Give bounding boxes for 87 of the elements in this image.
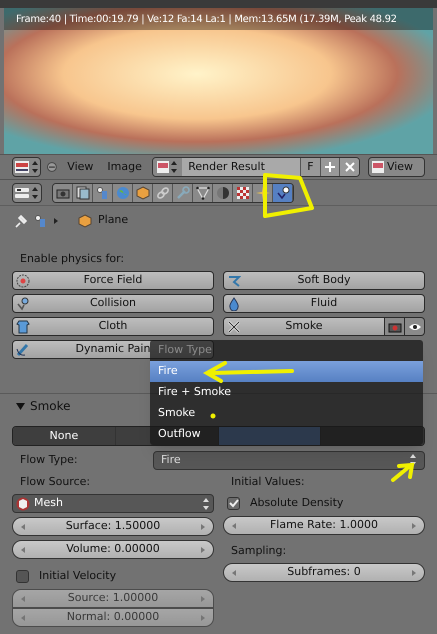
left-arrow-icon	[232, 522, 236, 528]
visibility-toggle-button[interactable]	[405, 317, 425, 336]
checkbox-label: Absolute Density	[250, 494, 344, 511]
sphere-icon	[216, 186, 230, 200]
properties-tab[interactable]	[273, 184, 293, 202]
properties-icon	[15, 186, 29, 198]
checkbox[interactable]	[227, 496, 240, 510]
properties-tab[interactable]	[133, 184, 153, 202]
right-arrow-icon	[201, 546, 205, 552]
annotation-outline	[263, 173, 314, 218]
physics-button[interactable]: Collision	[12, 294, 214, 313]
check-icon	[228, 498, 238, 508]
menu-item[interactable]: View	[63, 158, 98, 176]
checkbox[interactable]	[16, 570, 29, 582]
physics-button[interactable]: Cloth	[12, 317, 214, 336]
annotation-dot	[210, 414, 216, 418]
left-arrow-icon	[232, 570, 236, 576]
expand-arrow-icon	[54, 218, 58, 224]
updown-icon	[202, 496, 210, 510]
menu-item[interactable]: Smoke	[150, 403, 423, 424]
properties-tab[interactable]	[93, 184, 113, 202]
number-field[interactable]: Surface: 1.50000	[12, 517, 214, 536]
scene-icon	[34, 214, 48, 228]
field-label: Initial Values:	[230, 474, 305, 490]
menu-item[interactable]: Outflow	[150, 424, 423, 445]
left-arrow-icon	[21, 614, 25, 620]
field-label: Sampling:	[230, 543, 288, 559]
number-field: Normal: 0.00000	[12, 608, 214, 627]
menu-title: Flow Type	[157, 342, 213, 358]
properties-tab[interactable]	[193, 184, 213, 202]
menu-item[interactable]: Fire + Smoke	[150, 382, 423, 403]
collapse-icon	[47, 162, 58, 172]
physics-button[interactable]: Smoke	[223, 317, 385, 336]
menu-item[interactable]: Image	[103, 158, 146, 176]
updown-icon	[31, 186, 39, 200]
annotation-arrow	[391, 462, 414, 482]
sparkle-icon	[256, 186, 270, 200]
properties-tab[interactable]	[233, 184, 253, 202]
properties-tab[interactable]	[153, 184, 173, 202]
right-arrow-icon	[412, 522, 416, 528]
mesh-cube-icon	[16, 496, 30, 510]
image-editor-icon	[14, 161, 29, 173]
field-label: Flow Type:	[19, 452, 79, 468]
right-arrow-icon	[201, 524, 205, 530]
properties-tab[interactable]	[73, 184, 93, 202]
cube-icon	[136, 186, 150, 200]
flow-type-dropdown[interactable]: Fire	[153, 450, 425, 470]
updown-icon	[409, 453, 417, 467]
render-toggle-button[interactable]	[385, 317, 405, 336]
eye-icon	[408, 322, 422, 332]
physics-button[interactable]: Soft Body	[223, 271, 425, 290]
right-arrow-icon	[412, 570, 416, 576]
number-field[interactable]: Flame Rate: 1.0000	[223, 516, 425, 535]
updown-icon	[30, 160, 39, 174]
number-field[interactable]: Volume: 0.00000	[12, 540, 214, 559]
wrench-icon	[176, 186, 190, 200]
editor-type-button[interactable]	[12, 182, 42, 202]
cube-icon	[78, 214, 92, 228]
physics-button[interactable]: Fluid	[223, 294, 425, 313]
right-arrow-icon	[201, 614, 205, 620]
pin-icon	[14, 214, 28, 228]
smoke-type-tab[interactable]: None	[13, 427, 116, 445]
mesh-icon	[196, 186, 210, 200]
number-field[interactable]: Subframes: 0	[223, 563, 425, 582]
view-dropdown[interactable]: View	[368, 157, 425, 177]
scene-icon	[96, 186, 110, 200]
flow-source-dropdown[interactable]: Mesh	[12, 494, 214, 513]
physics-button[interactable]: Force Field	[12, 271, 214, 290]
left-arrow-icon	[21, 524, 25, 530]
object-name: Plane	[98, 212, 128, 228]
number-field: Source: 1.00000	[12, 589, 214, 608]
checker-icon	[236, 186, 250, 200]
globe-icon	[116, 186, 130, 200]
chain-link-icon	[156, 186, 170, 200]
editor-type-button[interactable]	[12, 157, 42, 177]
left-arrow-icon	[21, 546, 25, 552]
render-info-text: Frame:40 | Time:00:19.79 | Ve:12 Fa:14 La:1 | Mem:13.65M (17.39M, Peak 48.92	[16, 12, 397, 26]
panel-title[interactable]: Smoke	[30, 397, 71, 415]
camera-icon	[388, 320, 402, 332]
physics-icon	[276, 186, 290, 200]
right-arrow-icon	[201, 596, 205, 602]
checkbox-label: Initial Velocity	[39, 568, 116, 584]
left-arrow-icon	[21, 596, 25, 602]
field-label: Flow Source:	[19, 474, 92, 490]
section-label: Enable physics for:	[19, 251, 126, 265]
image-icon	[372, 161, 384, 173]
layers-icon	[76, 186, 90, 200]
